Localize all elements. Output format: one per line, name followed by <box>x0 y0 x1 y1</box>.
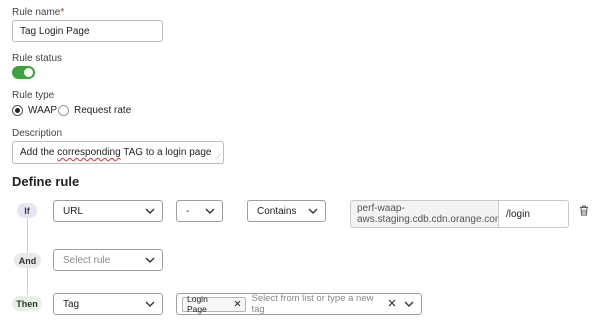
condition-modifier-value: - <box>186 205 190 217</box>
tag-multiselect-content: Login Page Select from list or type a ne… <box>182 293 388 315</box>
condition-modifier-select[interactable]: - <box>176 200 223 222</box>
resize-handle-icon[interactable]: ⟋ <box>216 154 221 162</box>
condition-field-select[interactable]: URL <box>53 200 163 222</box>
chevron-down-icon <box>308 206 318 216</box>
tag-multiselect[interactable]: Login Page Select from list or type a ne… <box>176 293 422 315</box>
chevron-down-icon <box>205 206 215 216</box>
radio-selected-icon <box>12 105 23 116</box>
close-icon[interactable] <box>234 299 241 309</box>
chevron-down-icon <box>145 299 155 309</box>
tag-chip: Login Page <box>182 294 246 314</box>
chevron-down-icon <box>145 255 155 265</box>
toggle-knob <box>24 68 33 77</box>
rule-name-label: Rule name* <box>12 7 64 18</box>
tag-input-placeholder[interactable]: Select from list or type a new tag <box>252 293 389 315</box>
condition-path-value: /login <box>506 208 530 220</box>
rule-status-toggle[interactable] <box>12 66 35 79</box>
action-type-select[interactable]: Tag <box>53 293 163 315</box>
condition-operator-value: Contains <box>257 205 297 217</box>
tag-chip-label: Login Page <box>187 294 208 314</box>
condition-host-line2: aws.staging.cdb.cdn.orange.com <box>357 214 504 225</box>
then-badge: Then <box>12 296 42 311</box>
rule-type-request-rate-label: Request rate <box>74 105 132 116</box>
and-rule-placeholder: Select rule <box>63 254 111 266</box>
tag-multiselect-controls <box>388 299 414 310</box>
rule-name-input[interactable]: Tag Login Page <box>12 20 163 42</box>
radio-unselected-icon <box>58 105 69 116</box>
description-misspelled-word: corresponding <box>57 147 121 158</box>
rule-type-waap-label: WAAP <box>28 105 58 116</box>
description-label: Description <box>12 128 63 139</box>
rule-name-value: Tag Login Page <box>20 25 90 37</box>
connector-line <box>27 267 28 295</box>
condition-operator-select[interactable]: Contains <box>247 200 326 222</box>
action-type-value: Tag <box>63 298 80 310</box>
rule-type-request-rate[interactable]: Request rate <box>58 105 131 116</box>
description-text-part1: Add the <box>20 147 58 158</box>
and-rule-select[interactable]: Select rule <box>53 249 163 271</box>
rule-name-label-text: Rule name <box>12 7 61 18</box>
and-badge: And <box>14 253 41 268</box>
chevron-down-icon[interactable] <box>404 299 414 309</box>
chevron-down-icon <box>145 206 155 216</box>
required-marker: * <box>60 7 65 18</box>
condition-field-value: URL <box>63 205 84 217</box>
condition-path-input[interactable]: /login <box>498 200 569 228</box>
description-text-part2: TAG to a login page <box>120 147 212 158</box>
trash-icon[interactable] <box>579 205 589 216</box>
if-badge: If <box>17 203 37 218</box>
condition-host-line1: perf-waap- <box>357 203 405 214</box>
connector-line <box>27 218 28 253</box>
description-text: Add the corresponding TAG to a login pag… <box>20 147 211 158</box>
condition-host-input[interactable]: perf-waap- aws.staging.cdb.cdn.orange.co… <box>350 200 503 228</box>
rule-type-label: Rule type <box>12 90 55 101</box>
define-rule-title: Define rule <box>12 174 80 189</box>
rule-status-label: Rule status <box>12 53 63 64</box>
clear-icon[interactable] <box>388 299 396 310</box>
description-textarea[interactable]: Add the corresponding TAG to a login pag… <box>12 141 224 164</box>
rule-type-waap[interactable]: WAAP <box>12 105 57 116</box>
